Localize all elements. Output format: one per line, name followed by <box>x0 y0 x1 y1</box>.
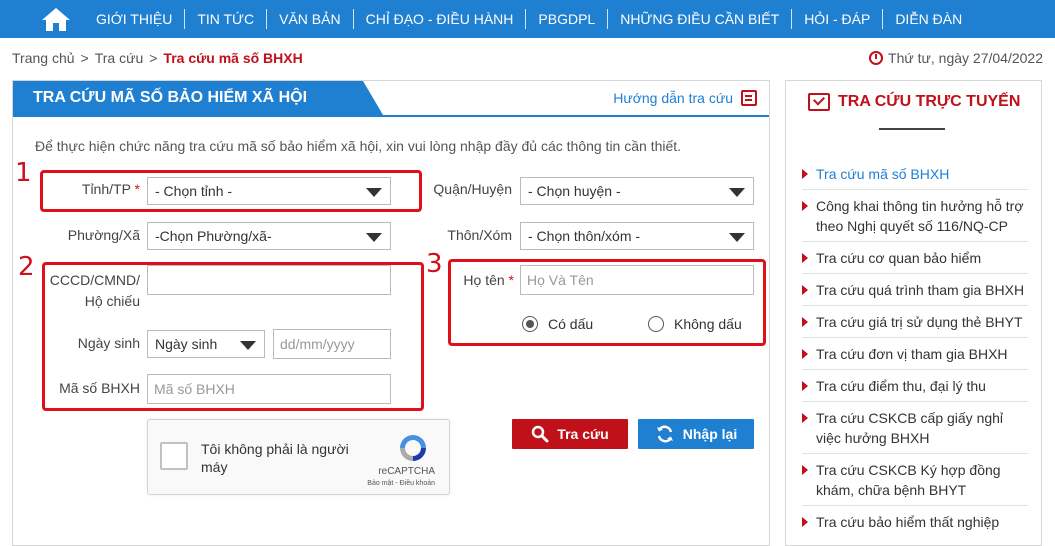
guide-link[interactable]: Hướng dẫn tra cứu <box>613 90 757 106</box>
recaptcha-label: Tôi không phải là người máy <box>201 441 349 475</box>
breadcrumb-lookup-link[interactable]: Tra cứu <box>95 50 144 66</box>
recaptcha-logo-icon <box>400 435 426 461</box>
recaptcha-checkbox[interactable] <box>160 442 188 470</box>
top-navigation-bar: GIỚI THIỆU TIN TỨC VĂN BẢN CHỈ ĐẠO - ĐIỀ… <box>0 0 1055 38</box>
online-lookup-sidebar: TRA CỨU TRỰC TUYẾN Tra cứu mã số BHXH Cô… <box>785 80 1042 546</box>
search-icon <box>532 425 549 443</box>
ward-select-value: -Chọn Phường/xã- <box>155 228 272 244</box>
edit-icon[interactable] <box>741 90 757 106</box>
clock-icon <box>869 51 884 65</box>
sidebar-item-unemployment-insurance[interactable]: Tra cứu bảo hiểm thất nghiệp <box>802 512 1028 537</box>
sidebar-title-underline <box>879 128 945 130</box>
reset-button-label[interactable]: Nhập lại <box>683 426 737 442</box>
annotation-number-2: 2 <box>18 252 35 282</box>
sidebar-item-insurance-agency[interactable]: Tra cứu cơ quan bảo hiểm <box>802 248 1028 274</box>
guide-link-label[interactable]: Hướng dẫn tra cứu <box>613 90 733 106</box>
annotation-box-1 <box>40 170 422 212</box>
ward-label: Phường/Xã <box>67 227 140 243</box>
sidebar-item-bhxh-number[interactable]: Tra cứu mã số BHXH <box>802 164 1028 190</box>
ward-select[interactable]: -Chọn Phường/xã- <box>147 222 391 250</box>
annotation-box-2 <box>42 262 424 411</box>
reset-button[interactable]: Nhập lại <box>638 419 754 449</box>
village-label: Thôn/Xóm <box>447 227 512 243</box>
sidebar-item-bhyt-card-validity[interactable]: Tra cứu giá trị sử dụng thẻ BHYT <box>802 312 1028 338</box>
nav-item-dien-dan[interactable]: DIỄN ĐÀN <box>883 9 974 29</box>
village-select-value: - Chọn thôn/xóm - <box>528 228 641 244</box>
search-button-label[interactable]: Tra cứu <box>557 426 608 442</box>
refresh-icon <box>656 425 673 443</box>
current-date-text: Thứ tư, ngày 27/04/2022 <box>888 50 1043 66</box>
nav-item-chi-dao-dieu-hanh[interactable]: CHỈ ĐẠO - ĐIỀU HÀNH <box>354 9 527 29</box>
sidebar-item-sick-leave-facilities[interactable]: Tra cứu CSKCB cấp giấy nghỉ việc hưởng B… <box>802 408 1028 454</box>
current-date: Thứ tư, ngày 27/04/2022 <box>869 50 1043 66</box>
intro-text: Để thực hiện chức năng tra cứu mã số bảo… <box>35 138 682 154</box>
annotation-box-3 <box>448 259 766 346</box>
sidebar-item-bhxh-history[interactable]: Tra cứu quá trình tham gia BHXH <box>802 280 1028 306</box>
panel-header: TRA CỨU MÃ SỐ BẢO HIỂM XÃ HỘI Hướng dẫn … <box>13 81 769 117</box>
district-select-value: - Chọn huyện - <box>528 183 621 199</box>
breadcrumb-home-link[interactable]: Trang chủ <box>12 50 75 66</box>
checklist-icon <box>808 93 830 111</box>
recaptcha-widget: Tôi không phải là người máy reCAPTCHA Bả… <box>147 419 450 495</box>
nav-item-tin-tuc[interactable]: TIN TỨC <box>185 9 268 29</box>
nav-item-nhung-dieu-can-biet[interactable]: NHỮNG ĐIỀU CẦN BIẾT <box>608 9 793 29</box>
sidebar-list: Tra cứu mã số BHXH Công khai thông tin h… <box>802 164 1028 543</box>
breadcrumb: Trang chủ > Tra cứu > Tra cứu mã số BHXH <box>12 50 303 66</box>
dropdown-arrow-icon <box>729 233 745 242</box>
search-button[interactable]: Tra cứu <box>512 419 628 449</box>
breadcrumb-current: Tra cứu mã số BHXH <box>163 50 303 66</box>
recaptcha-brand: reCAPTCHA <box>378 466 435 477</box>
district-label: Quận/Huyện <box>433 181 512 197</box>
nav-menu: GIỚI THIỆU TIN TỨC VĂN BẢN CHỈ ĐẠO - ĐIỀ… <box>84 0 974 38</box>
sidebar-item-participating-units[interactable]: Tra cứu đơn vị tham gia BHXH <box>802 344 1028 370</box>
nav-item-pbgdpl[interactable]: PBGDPL <box>526 9 609 29</box>
annotation-number-1: 1 <box>15 158 32 188</box>
dropdown-arrow-icon <box>729 188 745 197</box>
recaptcha-terms-link[interactable]: Bảo mật - Điều khoản <box>367 480 435 487</box>
district-select[interactable]: - Chọn huyện - <box>520 177 754 205</box>
village-select[interactable]: - Chọn thôn/xóm - <box>520 222 754 250</box>
nav-item-van-ban[interactable]: VĂN BẢN <box>267 9 354 29</box>
sidebar-item-collection-points[interactable]: Tra cứu điểm thu, đại lý thu <box>802 376 1028 402</box>
home-icon[interactable] <box>40 6 72 32</box>
panel-title: TRA CỨU MÃ SỐ BẢO HIỂM XÃ HỘI <box>13 81 383 115</box>
sidebar-title-text: TRA CỨU TRỰC TUYẾN <box>838 93 1021 110</box>
breadcrumb-separator: > <box>149 50 158 66</box>
annotation-number-3: 3 <box>426 249 443 279</box>
sidebar-item-contracted-facilities[interactable]: Tra cứu CSKCB Ký hợp đồng khám, chữa bện… <box>802 460 1028 506</box>
sidebar-title: TRA CỨU TRỰC TUYẾN <box>808 93 1020 111</box>
nav-item-gioi-thieu[interactable]: GIỚI THIỆU <box>84 9 186 29</box>
dropdown-arrow-icon <box>366 233 382 242</box>
breadcrumb-separator: > <box>80 50 89 66</box>
sidebar-item-support-disclosure[interactable]: Công khai thông tin hưởng hỗ trợ theo Ng… <box>802 196 1028 242</box>
nav-item-hoi-dap[interactable]: HỎI - ĐÁP <box>792 9 884 29</box>
